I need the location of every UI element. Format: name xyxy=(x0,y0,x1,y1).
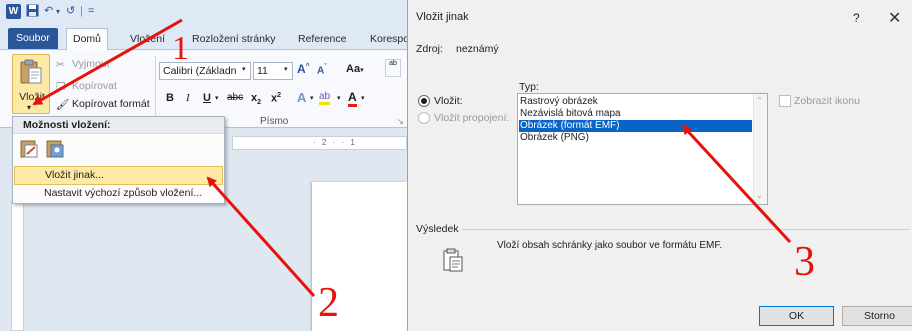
ribbon-tabs: Soubor Domů Vložení Rozložení stránky Re… xyxy=(0,24,407,50)
quick-access-toolbar: W ↶ ▾ ↺ | = xyxy=(0,0,407,24)
paste-button[interactable]: Vložit ▾ xyxy=(12,54,50,114)
paste-options-menu: Možnosti vložení: Vložit jinak... Nastav… xyxy=(12,116,225,204)
paste-options-header: Možnosti vložení: xyxy=(13,117,224,134)
list-item-selected[interactable]: Obrázek (formát EMF) xyxy=(519,120,752,132)
paintbrush-icon: 🖌 xyxy=(56,99,70,111)
tab-insert[interactable]: Vložení xyxy=(124,29,171,49)
change-case-icon[interactable]: Aa▾ xyxy=(346,63,364,75)
tab-file[interactable]: Soubor xyxy=(8,28,58,49)
highlight-icon[interactable]: ab xyxy=(319,91,331,105)
paste-link-radio[interactable] xyxy=(418,112,430,124)
save-icon[interactable] xyxy=(26,4,39,19)
undo-icon[interactable]: ↶ xyxy=(44,4,53,19)
keep-source-formatting-icon[interactable] xyxy=(19,139,39,159)
paste-special-dialog: Vložit jinak ? ✕ Zdroj: neznámý Typ: Vlo… xyxy=(407,0,912,331)
scroll-down-icon[interactable]: ⌄ xyxy=(756,191,763,200)
font-color-icon[interactable]: A xyxy=(348,90,357,107)
copy-label: Kopírovat xyxy=(72,80,117,92)
paste-link-radio-label[interactable]: Vložit propojení: xyxy=(434,112,509,124)
paste-picture-icon[interactable] xyxy=(45,139,65,159)
font-size-chevron-icon[interactable]: ▾ xyxy=(284,65,288,73)
font-size-value: 11 xyxy=(257,65,268,77)
grow-font-icon[interactable]: A^ xyxy=(297,62,310,76)
subscript-icon[interactable]: x2 xyxy=(251,92,261,106)
dialog-title: Vložit jinak xyxy=(416,11,469,23)
paste-radio-label[interactable]: Vložit: xyxy=(434,95,463,107)
cut-button[interactable]: ✂ Vyjmout xyxy=(56,56,110,72)
tab-home[interactable]: Domů xyxy=(66,28,109,50)
paste-radio[interactable] xyxy=(418,95,430,107)
tab-page-layout[interactable]: Rozložení stránky xyxy=(186,29,281,49)
undo-dropdown-icon[interactable]: ▾ xyxy=(56,4,60,19)
word-logo-icon[interactable]: W xyxy=(6,4,21,19)
source-label: Zdroj: xyxy=(416,43,443,55)
document-page[interactable] xyxy=(312,182,407,331)
redo-icon[interactable]: ↺ xyxy=(66,4,75,19)
result-divider xyxy=(462,229,910,230)
display-icon-label[interactable]: Zobrazit ikonu xyxy=(794,95,860,107)
clear-format-icon[interactable]: ab xyxy=(385,59,401,77)
paste-special-menu-item[interactable]: Vložit jinak... xyxy=(14,166,223,185)
ok-button[interactable]: OK xyxy=(759,306,834,326)
text-effects-icon[interactable]: A xyxy=(297,90,306,105)
tab-mailings[interactable]: Korespo xyxy=(364,29,407,49)
result-label: Výsledek xyxy=(416,223,459,235)
horizontal-ruler[interactable]: · 2 · · 1 xyxy=(232,136,407,150)
format-painter-button[interactable]: 🖌 Kopírovat formát xyxy=(56,96,150,112)
bold-icon[interactable]: B xyxy=(166,92,174,104)
copy-button[interactable]: ❐ Kopírovat xyxy=(56,78,117,94)
vertical-ruler[interactable] xyxy=(11,200,24,331)
font-color-chevron-icon[interactable]: ▾ xyxy=(361,94,365,102)
superscript-icon[interactable]: x2 xyxy=(271,92,281,105)
close-icon[interactable]: ✕ xyxy=(888,8,901,28)
word-window: W ↶ ▾ ↺ | = Soubor Domů Vložení Rozložen… xyxy=(0,0,407,331)
text-effects-chevron-icon[interactable]: ▾ xyxy=(310,94,314,102)
ruler-marks: · 2 · · 1 xyxy=(313,138,357,147)
underline-chevron-icon[interactable]: ▾ xyxy=(215,94,219,102)
list-item[interactable]: Rastrový obrázek xyxy=(519,96,752,108)
ribbon-separator xyxy=(155,56,156,124)
chevron-down-icon: ▾ xyxy=(27,103,32,112)
clipboard-icon xyxy=(443,248,463,272)
scroll-up-icon[interactable]: ⌃ xyxy=(756,96,763,105)
shrink-font-icon[interactable]: Aˇ xyxy=(317,64,327,76)
scissors-icon: ✂ xyxy=(56,59,65,71)
font-name-chevron-icon[interactable]: ▾ xyxy=(242,65,246,73)
font-name-value: Calibri (Základn xyxy=(163,65,237,77)
paste-label: Vložit xyxy=(19,91,45,103)
help-button[interactable]: ? xyxy=(853,11,860,25)
set-default-paste-menu-item[interactable]: Nastavit výchozí způsob vložení... xyxy=(14,185,223,204)
cancel-button[interactable]: Storno xyxy=(842,306,912,326)
underline-icon[interactable]: U xyxy=(203,92,211,104)
source-value: neznámý xyxy=(456,43,499,55)
qat-separator: | xyxy=(80,5,83,17)
clipboard-paste-icon xyxy=(20,59,42,84)
result-text: Vloží obsah schránky jako soubor ve form… xyxy=(497,240,723,251)
list-item[interactable]: Obrázek (PNG) xyxy=(519,132,752,144)
type-listbox[interactable]: Rastrový obrázek Nezávislá bitová mapa O… xyxy=(517,93,768,205)
list-scrollbar[interactable]: ⌃ ⌄ xyxy=(753,94,767,204)
copy-icon: ❐ xyxy=(56,81,66,93)
tab-references[interactable]: Reference xyxy=(292,29,352,49)
customize-qat-icon[interactable]: = xyxy=(88,4,94,19)
cut-label: Vyjmout xyxy=(72,58,110,70)
font-name-select[interactable]: Calibri (Základn xyxy=(159,62,251,80)
list-item[interactable]: Nezávislá bitová mapa xyxy=(519,108,752,120)
font-dialog-launcher-icon[interactable]: ↘ xyxy=(397,117,404,126)
highlight-chevron-icon[interactable]: ▾ xyxy=(337,94,341,102)
display-icon-checkbox[interactable] xyxy=(779,95,791,107)
italic-icon[interactable]: I xyxy=(186,92,190,104)
type-label: Typ: xyxy=(519,81,539,93)
format-painter-label: Kopírovat formát xyxy=(72,98,150,110)
strikethrough-icon[interactable]: abc xyxy=(227,92,243,103)
font-group-label: Písmo xyxy=(260,116,289,127)
